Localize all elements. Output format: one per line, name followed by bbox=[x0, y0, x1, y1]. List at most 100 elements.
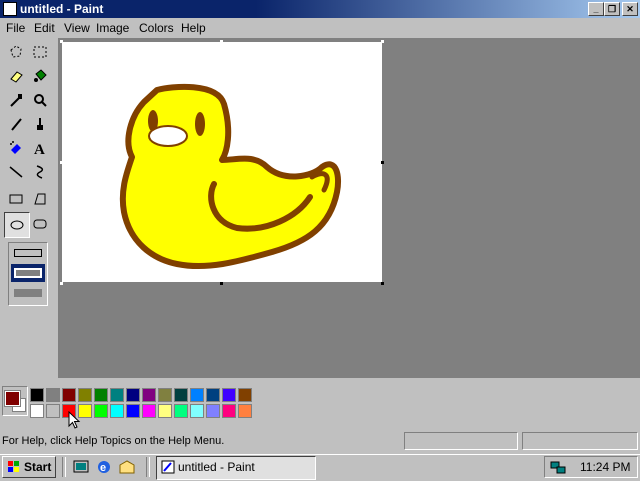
pencil-tool[interactable] bbox=[4, 112, 28, 136]
palette-swatch[interactable] bbox=[174, 404, 188, 418]
line-icon bbox=[9, 166, 23, 178]
duck-drawing bbox=[119, 83, 342, 270]
fill-only-option[interactable] bbox=[14, 289, 42, 297]
resize-handle-right[interactable] bbox=[381, 161, 384, 164]
palette-swatch[interactable] bbox=[30, 388, 44, 402]
menu-colors[interactable]: Colors bbox=[139, 21, 174, 35]
handle-top-right bbox=[381, 40, 384, 43]
taskbar-divider bbox=[146, 457, 150, 477]
palette-swatch[interactable] bbox=[206, 404, 220, 418]
taskbar-button-label: untitled - Paint bbox=[178, 460, 255, 474]
text-icon: A bbox=[34, 142, 45, 156]
polygon-icon bbox=[34, 193, 46, 205]
polygon-tool[interactable] bbox=[28, 187, 52, 211]
show-desktop-icon[interactable] bbox=[72, 458, 90, 476]
resize-handle-bottom[interactable] bbox=[220, 282, 223, 285]
palette-swatch[interactable] bbox=[46, 404, 60, 418]
rounded-rectangle-tool[interactable] bbox=[28, 212, 52, 236]
free-select-tool[interactable] bbox=[4, 40, 28, 64]
pencil-icon bbox=[11, 118, 22, 131]
internet-explorer-icon[interactable]: e bbox=[95, 458, 113, 476]
rounded-rectangle-icon bbox=[33, 219, 47, 229]
resize-handle-corner[interactable] bbox=[381, 282, 384, 285]
status-pane-size bbox=[522, 432, 638, 450]
text-tool[interactable]: A bbox=[28, 136, 52, 160]
palette-swatch[interactable] bbox=[46, 388, 60, 402]
airbrush-icon bbox=[10, 141, 21, 154]
palette-swatch[interactable] bbox=[62, 388, 76, 402]
palette-swatch[interactable] bbox=[94, 404, 108, 418]
ellipse-tool[interactable] bbox=[4, 212, 30, 238]
rectangle-tool[interactable] bbox=[4, 187, 28, 211]
network-icon[interactable] bbox=[549, 458, 567, 476]
palette-swatch[interactable] bbox=[94, 388, 108, 402]
eraser-icon bbox=[10, 71, 23, 83]
magnifier-tool[interactable] bbox=[28, 88, 52, 112]
handle-top-left bbox=[60, 40, 63, 43]
palette-swatch[interactable] bbox=[238, 404, 252, 418]
palette-swatch[interactable] bbox=[30, 404, 44, 418]
palette-swatch[interactable] bbox=[190, 404, 204, 418]
eyedropper-icon bbox=[10, 94, 22, 107]
magnifier-icon bbox=[34, 94, 47, 107]
primary-color-swatch[interactable] bbox=[4, 390, 21, 407]
svg-text:e: e bbox=[100, 462, 106, 474]
close-button[interactable]: ✕ bbox=[622, 2, 638, 16]
windows-logo-icon bbox=[8, 461, 19, 472]
restore-button[interactable]: ❐ bbox=[604, 2, 620, 16]
menu-image[interactable]: Image bbox=[96, 21, 129, 35]
palette-swatch[interactable] bbox=[158, 404, 172, 418]
free-select-icon bbox=[10, 45, 22, 58]
select-tool[interactable] bbox=[28, 40, 52, 64]
drawing-canvas[interactable] bbox=[62, 42, 382, 282]
palette-swatch[interactable] bbox=[126, 388, 140, 402]
menu-edit[interactable]: Edit bbox=[34, 21, 55, 35]
palette-swatch[interactable] bbox=[126, 404, 140, 418]
handle-bottom-left bbox=[60, 282, 63, 285]
ellipse-icon bbox=[10, 220, 24, 230]
palette-swatch[interactable] bbox=[222, 404, 236, 418]
outline-only-option[interactable] bbox=[14, 249, 42, 257]
palette-swatch[interactable] bbox=[158, 388, 172, 402]
menu-file[interactable]: File bbox=[6, 21, 25, 35]
menu-help[interactable]: Help bbox=[181, 21, 206, 35]
outline-fill-swatch bbox=[14, 268, 42, 278]
outlook-express-icon[interactable] bbox=[118, 458, 136, 476]
eraser-tool[interactable] bbox=[4, 64, 28, 88]
minimize-button[interactable]: _ bbox=[588, 2, 604, 16]
brush-icon bbox=[37, 118, 43, 130]
palette-swatch[interactable] bbox=[78, 388, 92, 402]
palette-swatch[interactable] bbox=[174, 388, 188, 402]
curve-icon bbox=[36, 165, 44, 179]
brush-tool[interactable] bbox=[28, 112, 52, 136]
color-picker-tool[interactable] bbox=[4, 88, 28, 112]
rectangle-icon bbox=[9, 194, 23, 204]
quicklaunch-divider bbox=[62, 457, 66, 477]
line-tool[interactable] bbox=[4, 160, 28, 184]
fill-tool[interactable] bbox=[28, 64, 52, 88]
start-button[interactable]: Start bbox=[2, 456, 56, 478]
select-icon bbox=[33, 46, 47, 58]
paint-app-icon[interactable] bbox=[3, 2, 17, 16]
airbrush-tool[interactable] bbox=[4, 136, 28, 160]
handle-left bbox=[60, 161, 63, 164]
start-label: Start bbox=[24, 460, 52, 474]
taskbar-button-paint[interactable]: untitled - Paint bbox=[156, 456, 316, 480]
palette-swatch[interactable] bbox=[222, 388, 236, 402]
palette-swatch[interactable] bbox=[238, 388, 252, 402]
clock[interactable]: 11:24 PM bbox=[580, 460, 630, 474]
palette-swatch[interactable] bbox=[206, 388, 220, 402]
window-title: untitled - Paint bbox=[20, 2, 104, 16]
palette-swatch[interactable] bbox=[190, 388, 204, 402]
paint-bucket-icon bbox=[34, 69, 47, 82]
status-help-text: For Help, click Help Topics on the Help … bbox=[2, 435, 225, 447]
menu-view[interactable]: View bbox=[64, 21, 90, 35]
palette-swatch[interactable] bbox=[110, 404, 124, 418]
svg-text:A: A bbox=[34, 142, 45, 156]
palette-swatch[interactable] bbox=[110, 388, 124, 402]
status-pane-coords bbox=[404, 432, 518, 450]
mouse-cursor bbox=[68, 411, 81, 429]
palette-swatch[interactable] bbox=[142, 404, 156, 418]
palette-swatch[interactable] bbox=[142, 388, 156, 402]
curve-tool[interactable] bbox=[28, 160, 52, 184]
